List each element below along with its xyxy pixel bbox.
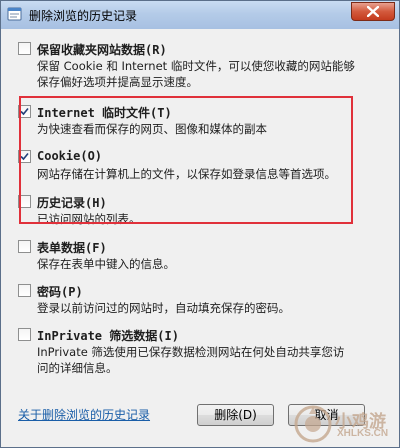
watermark-domain: XHLKS.CN [337,428,389,439]
passwords-checkbox[interactable] [18,284,31,297]
title-bar[interactable]: 删除浏览的历史记录 [1,1,399,29]
ie-icon [7,7,22,21]
about-history-link[interactable]: 关于删除浏览的历史记录 [18,406,150,423]
form-data-checkbox[interactable] [18,240,31,253]
option-description: 保存在表单中键入的信息。 [37,257,175,271]
option-title: InPrivate 筛选数据(I) [37,329,179,343]
chicken-logo-icon [294,405,332,443]
delete-history-dialog: 删除浏览的历史记录 保留收藏夹网站数据(R) 保留 Cookie 和 Inter… [0,0,400,448]
inprivate-checkbox[interactable] [18,328,31,341]
window-title: 删除浏览的历史记录 [29,9,138,23]
option-title: 表单数据(F) [37,241,107,255]
option-description: 登录以前访问过的网站时，自动填充保存的密码。 [37,301,290,315]
site-watermark: 小鸡游 XHLKS.CN [291,403,397,445]
highlight-annotation [19,96,353,224]
option-description: 保留 Cookie 和 Internet 临时文件，可以使您收藏的网站能够保存偏… [37,59,355,89]
delete-button[interactable]: 删除(D) [197,404,274,426]
close-button[interactable] [351,2,395,21]
option-title: 密码(P) [37,285,83,299]
option-title: 保留收藏夹网站数据(R) [37,43,167,57]
close-icon [367,6,379,17]
option-description: InPrivate 筛选使用已保存数据检测网站在何处自动共享您访问的详细信息。 [37,345,345,375]
dialog-content: 保留收藏夹网站数据(R) 保留 Cookie 和 Internet 临时文件，可… [8,29,392,441]
favorites-checkbox[interactable] [18,42,31,55]
